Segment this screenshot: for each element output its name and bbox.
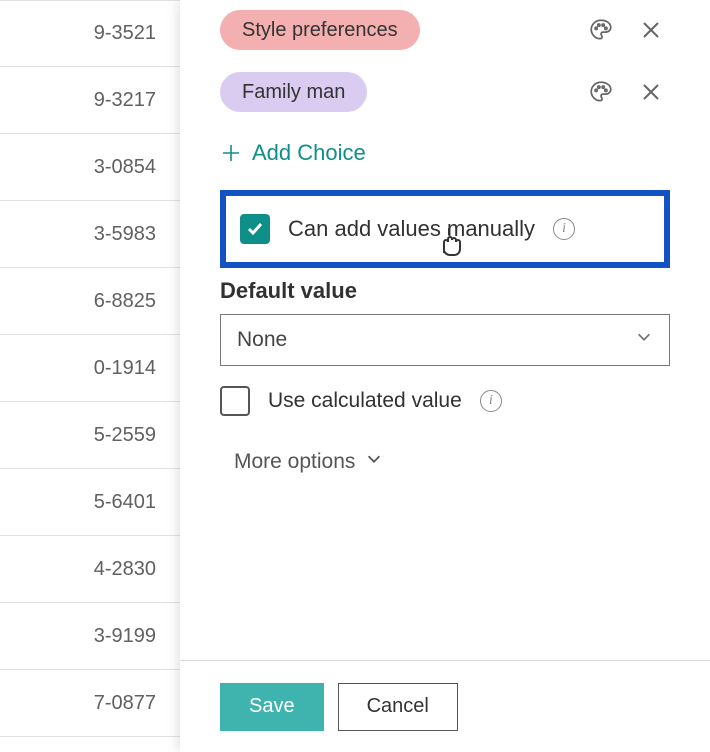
can-add-values-checkbox[interactable] (240, 214, 270, 244)
table-row[interactable]: 0-1914 (0, 335, 180, 402)
table-row[interactable]: 4-2830 (0, 536, 180, 603)
table-row[interactable]: 9-3521 (0, 0, 180, 67)
choice-chip[interactable]: Family man (220, 72, 367, 112)
table-row[interactable]: 5-2559 (0, 402, 180, 469)
cell-value: 7-0877 (94, 692, 156, 715)
palette-icon[interactable] (588, 79, 614, 105)
table-row[interactable]: 3-9199 (0, 603, 180, 670)
add-choice-button[interactable]: Add Choice (220, 140, 366, 166)
manual-add-highlight: Can add values manually i (220, 190, 670, 268)
table-row[interactable]: 7-0877 (0, 670, 180, 737)
close-icon[interactable] (638, 17, 664, 43)
choice-label: Style preferences (242, 19, 398, 42)
default-value-dropdown[interactable]: None (220, 314, 670, 366)
choice-row: Style preferences (220, 10, 670, 50)
info-icon[interactable]: i (553, 218, 575, 240)
choice-chip[interactable]: Style preferences (220, 10, 420, 50)
cell-value: 0-1914 (94, 357, 156, 380)
cell-value: 3-0854 (94, 156, 156, 179)
more-options-toggle[interactable]: More options (234, 450, 383, 474)
info-icon[interactable]: i (480, 390, 502, 412)
table-row[interactable]: 6-8825 (0, 268, 180, 335)
column-settings-panel: Style preferences Family m (180, 0, 710, 752)
panel-footer: Save Cancel (180, 660, 710, 752)
chevron-down-icon (635, 328, 653, 352)
table-row[interactable]: 5-6401 (0, 469, 180, 536)
cancel-button[interactable]: Cancel (338, 683, 458, 731)
cell-value: 9-3217 (94, 89, 156, 112)
use-calculated-checkbox[interactable] (220, 386, 250, 416)
table-row[interactable]: 9-3217 (0, 67, 180, 134)
plus-icon (220, 142, 242, 164)
default-value-label: Default value (220, 278, 670, 304)
default-value-selected: None (237, 328, 287, 352)
cell-value: 4-2830 (94, 558, 156, 581)
use-calculated-label: Use calculated value (268, 389, 462, 413)
chevron-down-icon (365, 450, 383, 474)
can-add-values-label: Can add values manually (288, 216, 535, 242)
background-list: 9-3521 9-3217 3-0854 3-5983 6-8825 0-191… (0, 0, 180, 752)
choice-row: Family man (220, 72, 670, 112)
save-button-label: Save (249, 695, 295, 718)
use-calculated-row: Use calculated value i (220, 386, 670, 416)
add-choice-label: Add Choice (252, 140, 366, 166)
table-row[interactable]: 3-5983 (0, 201, 180, 268)
table-row[interactable]: 3-0854 (0, 134, 180, 201)
cell-value: 3-9199 (94, 625, 156, 648)
choice-label: Family man (242, 81, 345, 104)
cell-value: 3-5983 (94, 223, 156, 246)
cell-value: 6-8825 (94, 290, 156, 313)
more-options-label: More options (234, 450, 355, 474)
save-button[interactable]: Save (220, 683, 324, 731)
cell-value: 9-3521 (94, 22, 156, 45)
cell-value: 5-2559 (94, 424, 156, 447)
cell-value: 5-6401 (94, 491, 156, 514)
cancel-button-label: Cancel (367, 695, 429, 718)
close-icon[interactable] (638, 79, 664, 105)
palette-icon[interactable] (588, 17, 614, 43)
